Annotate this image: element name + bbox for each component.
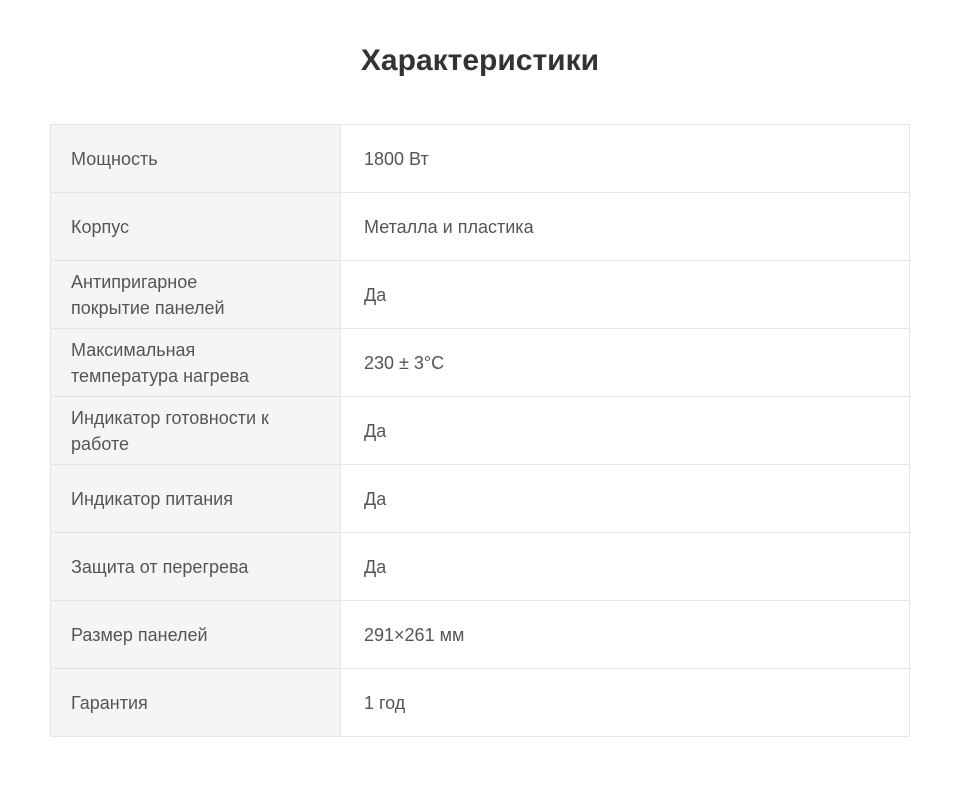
- spec-label: Гарантия: [50, 668, 341, 737]
- spec-label: Индикатор питания: [50, 464, 341, 533]
- spec-value: Да: [340, 260, 910, 329]
- table-row: Индикатор готовности к работе Да: [50, 396, 910, 465]
- spec-value: Металла и пластика: [340, 192, 910, 261]
- spec-value: 1800 Вт: [340, 124, 910, 193]
- spec-value: Да: [340, 532, 910, 601]
- table-row: Максимальная температура нагрева 230 ± 3…: [50, 328, 910, 397]
- spec-label: Защита от перегрева: [50, 532, 341, 601]
- spec-label: Антипригарное покрытие панелей: [50, 260, 341, 329]
- specs-table: Мощность 1800 Вт Корпус Металла и пласти…: [50, 124, 910, 737]
- spec-label: Максимальная температура нагрева: [50, 328, 341, 397]
- spec-value: 230 ± 3°С: [340, 328, 910, 397]
- table-row: Индикатор питания Да: [50, 464, 910, 533]
- table-row: Размер панелей 291×261 мм: [50, 600, 910, 669]
- spec-label: Мощность: [50, 124, 341, 193]
- spec-label: Индикатор готовности к работе: [50, 396, 341, 465]
- table-row: Защита от перегрева Да: [50, 532, 910, 601]
- table-row: Мощность 1800 Вт: [50, 124, 910, 193]
- table-row: Корпус Металла и пластика: [50, 192, 910, 261]
- spec-value: 1 год: [340, 668, 910, 737]
- spec-value: 291×261 мм: [340, 600, 910, 669]
- spec-label: Корпус: [50, 192, 341, 261]
- spec-value: Да: [340, 396, 910, 465]
- table-row: Гарантия 1 год: [50, 668, 910, 737]
- page-title: Характеристики: [360, 44, 600, 77]
- table-row: Антипригарное покрытие панелей Да: [50, 260, 910, 329]
- spec-label: Размер панелей: [50, 600, 341, 669]
- spec-value: Да: [340, 464, 910, 533]
